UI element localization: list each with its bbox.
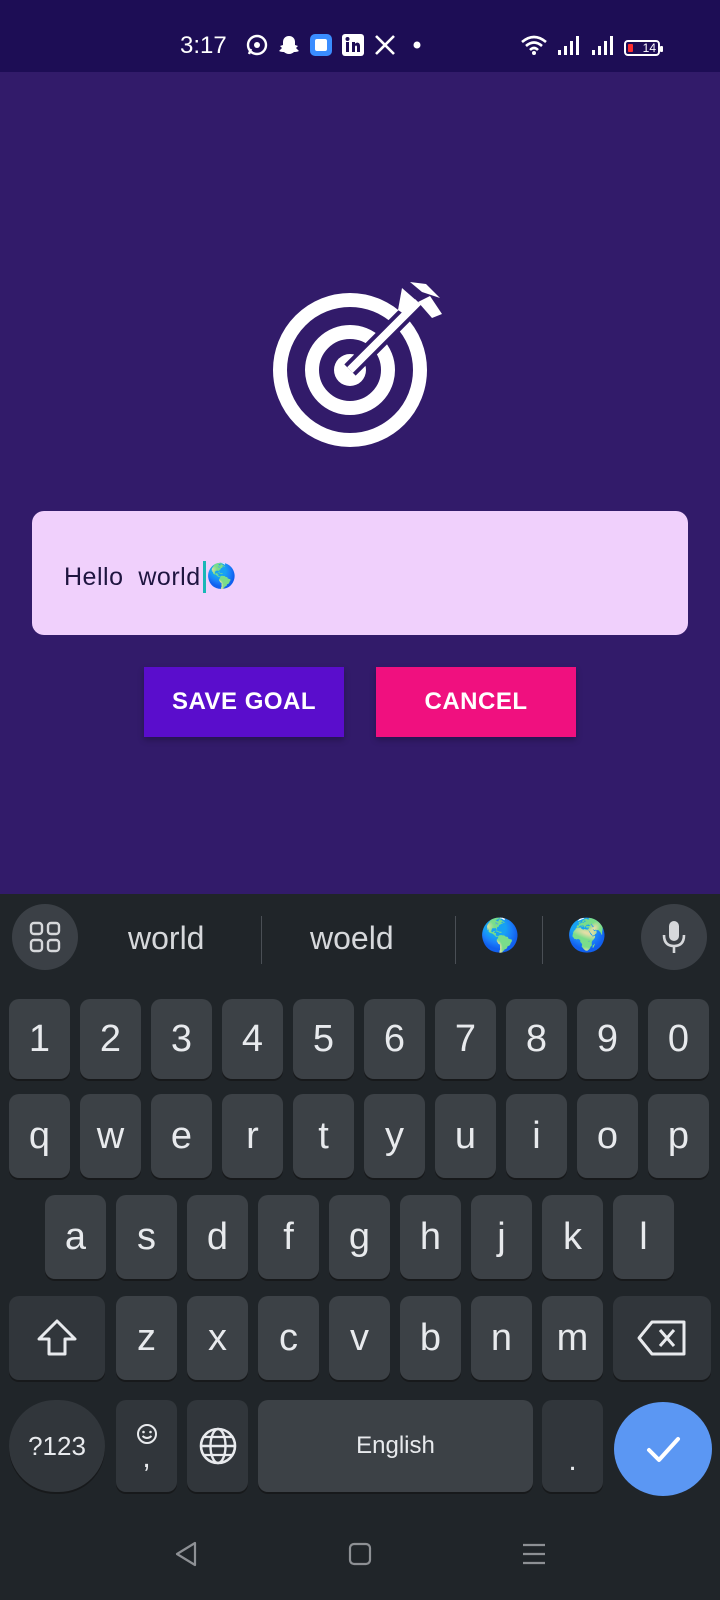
status-time: 3:17 xyxy=(180,32,227,59)
microphone-icon xyxy=(662,921,686,953)
key-o[interactable]: o xyxy=(577,1094,638,1178)
key-z[interactable]: z xyxy=(116,1296,177,1380)
suggestion-divider xyxy=(261,916,262,964)
key-6[interactable]: 6 xyxy=(364,999,425,1079)
space-bar[interactable]: English xyxy=(258,1400,533,1492)
goal-input[interactable]: Hello world 🌎 xyxy=(32,511,688,635)
comma-label: , xyxy=(142,1441,151,1474)
text-cursor xyxy=(202,561,206,593)
suggestion-emoji-1[interactable]: 🌎 xyxy=(480,916,520,954)
globe-icon xyxy=(199,1427,236,1465)
key-h[interactable]: h xyxy=(400,1195,461,1279)
key-c[interactable]: c xyxy=(258,1296,319,1380)
key-u[interactable]: u xyxy=(435,1094,496,1178)
globe-emoji: 🌎 xyxy=(206,563,237,590)
key-d[interactable]: d xyxy=(187,1195,248,1279)
recents-icon xyxy=(523,1543,545,1565)
signal-icon xyxy=(590,34,616,61)
key-k[interactable]: k xyxy=(542,1195,603,1279)
suggestion-2[interactable]: woeld xyxy=(310,920,394,957)
notification-icons xyxy=(246,34,428,56)
x-icon xyxy=(374,34,396,56)
goal-input-text: Hello world xyxy=(64,562,201,591)
key-m[interactable]: m xyxy=(542,1296,603,1380)
key-2[interactable]: 2 xyxy=(80,999,141,1079)
key-4[interactable]: 4 xyxy=(222,999,283,1079)
key-7[interactable]: 7 xyxy=(435,999,496,1079)
app-icon xyxy=(310,34,332,56)
goal-input-value[interactable]: Hello world 🌎 xyxy=(64,561,237,593)
key-g[interactable]: g xyxy=(329,1195,390,1279)
key-s[interactable]: s xyxy=(116,1195,177,1279)
key-t[interactable]: t xyxy=(293,1094,354,1178)
suggestion-emoji-2[interactable]: 🌍 xyxy=(567,916,607,954)
grid-icon xyxy=(29,921,61,953)
home-button[interactable] xyxy=(340,1534,380,1574)
key-w[interactable]: w xyxy=(80,1094,141,1178)
save-goal-button[interactable]: SAVE GOAL xyxy=(144,667,344,737)
linkedin-icon xyxy=(342,34,364,56)
target-arrow-icon xyxy=(270,280,450,460)
recents-button[interactable] xyxy=(514,1534,554,1574)
backspace-icon xyxy=(637,1320,686,1356)
suggestion-1[interactable]: world xyxy=(128,920,204,957)
key-j[interactable]: j xyxy=(471,1195,532,1279)
key-b[interactable]: b xyxy=(400,1296,461,1380)
system-icons: 14 xyxy=(520,34,663,61)
key-x[interactable]: x xyxy=(187,1296,248,1380)
suggestion-divider xyxy=(455,916,456,964)
home-icon xyxy=(348,1542,372,1566)
shift-key[interactable] xyxy=(9,1296,105,1380)
key-e[interactable]: e xyxy=(151,1094,212,1178)
key-f[interactable]: f xyxy=(258,1195,319,1279)
key-5[interactable]: 5 xyxy=(293,999,354,1079)
key-p[interactable]: p xyxy=(648,1094,709,1178)
key-n[interactable]: n xyxy=(471,1296,532,1380)
battery-indicator: 14 xyxy=(624,39,663,56)
key-0[interactable]: 0 xyxy=(648,999,709,1079)
whatsapp-icon xyxy=(246,34,268,56)
back-button[interactable] xyxy=(166,1534,206,1574)
key-i[interactable]: i xyxy=(506,1094,567,1178)
key-9[interactable]: 9 xyxy=(577,999,638,1079)
suggestion-divider xyxy=(542,916,543,964)
key-1[interactable]: 1 xyxy=(9,999,70,1079)
back-icon xyxy=(175,1541,197,1567)
snapchat-icon xyxy=(278,34,300,56)
cancel-button[interactable]: CANCEL xyxy=(376,667,576,737)
enter-key[interactable] xyxy=(614,1402,712,1496)
checkmark-icon xyxy=(647,1437,680,1462)
dot-icon xyxy=(406,34,428,56)
language-key[interactable] xyxy=(187,1400,248,1492)
signal-icon xyxy=(556,34,582,61)
key-l[interactable]: l xyxy=(613,1195,674,1279)
symbols-key[interactable]: ?123 xyxy=(9,1400,105,1492)
voice-input-button[interactable] xyxy=(641,904,707,970)
key-8[interactable]: 8 xyxy=(506,999,567,1079)
key-r[interactable]: r xyxy=(222,1094,283,1178)
navigation-bar xyxy=(0,1506,720,1600)
key-q[interactable]: q xyxy=(9,1094,70,1178)
keyboard-menu-button[interactable] xyxy=(12,904,78,970)
suggestion-bar: world woeld 🌎 🌍 xyxy=(0,894,720,990)
key-v[interactable]: v xyxy=(329,1296,390,1380)
key-3[interactable]: 3 xyxy=(151,999,212,1079)
backspace-key[interactable] xyxy=(613,1296,711,1380)
shift-icon xyxy=(37,1319,77,1356)
status-bar: 3:17 14 xyxy=(0,0,720,72)
emoji-comma-key[interactable]: , xyxy=(116,1400,177,1492)
key-y[interactable]: y xyxy=(364,1094,425,1178)
wifi-icon xyxy=(520,34,548,61)
period-key[interactable]: . xyxy=(542,1400,603,1492)
key-a[interactable]: a xyxy=(45,1195,106,1279)
